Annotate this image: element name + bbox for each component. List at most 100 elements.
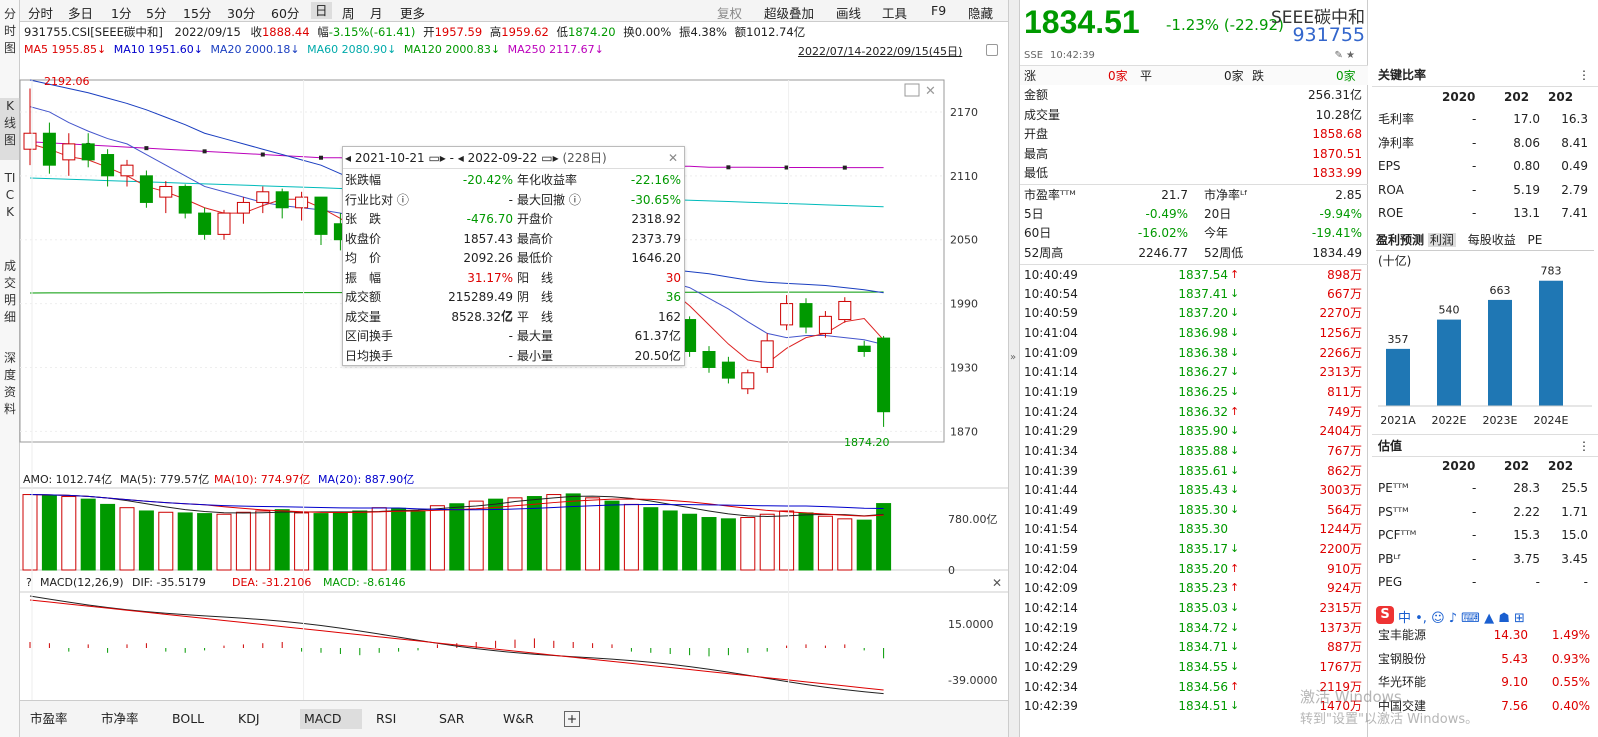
tab-15min[interactable]: 15分 [183, 3, 211, 22]
macd-axis-label: 15.0000 [948, 618, 994, 631]
collapse-icon[interactable]: » [1010, 352, 1016, 363]
tab-more[interactable]: 更多 [400, 3, 425, 22]
tick-price: 1835.61 [1178, 463, 1228, 478]
turnover-label: 换 [623, 25, 635, 39]
tab-month[interactable]: 月 [370, 3, 383, 22]
edit-icon[interactable]: ✎ ★ [1334, 50, 1355, 61]
candle-body [838, 300, 852, 321]
tick-price: 1835.17 [1178, 542, 1228, 557]
stat-value: 20.50亿 [634, 348, 681, 363]
adjust-button[interactable]: 复权 [717, 3, 742, 22]
close-popup-icon[interactable]: ✕ [668, 147, 678, 169]
tab-5min[interactable]: 5分 [146, 3, 166, 22]
tools-button[interactable]: 工具 [882, 3, 907, 22]
peer-price: 14.30 [1493, 628, 1528, 642]
tab-pb[interactable]: 市净率 [101, 709, 139, 729]
range-stat-row: 成交额 215289.49亿阴 线 36 [343, 288, 684, 323]
tab-pe[interactable]: 市盈率 [30, 709, 68, 729]
volume-bar [449, 503, 465, 571]
range-prev-icon[interactable]: ◂ [345, 151, 351, 165]
volume-bar [526, 496, 542, 571]
stat-label: 收盘价 [345, 231, 382, 246]
more-icon[interactable]: ⋮ [1578, 64, 1590, 87]
peer-row[interactable]: 宝钢股份 5.43 0.93% [1372, 648, 1598, 671]
macd-axis-label: -39.0000 [948, 674, 997, 687]
tab-rsi[interactable]: RSI [376, 709, 396, 729]
valuation-value: 15.0 [1561, 528, 1588, 543]
forecast-tab-profit[interactable]: 利润 [1427, 233, 1456, 247]
date-range[interactable]: 2022/07/14-2022/09/15(45日) [798, 43, 962, 59]
candle-body [198, 212, 212, 235]
calendar-icon[interactable]: ▭▸ [541, 151, 558, 165]
range-from[interactable]: 2021-10-21 [355, 151, 425, 165]
hide-button[interactable]: 隐藏 [968, 3, 993, 22]
tab-multiday[interactable]: 多日 [68, 3, 93, 22]
tab-1min[interactable]: 1分 [111, 3, 131, 22]
quote-stat-row: 开盘 1858.68 [1020, 124, 1368, 144]
volume-bar [410, 510, 426, 571]
tab-30min[interactable]: 30分 [227, 3, 255, 22]
range-prev2-icon[interactable]: ◂ [458, 151, 464, 165]
forecast-tab-profit-forecast[interactable]: 盈利预测 [1376, 233, 1424, 247]
tick-time: 10:41:04 [1024, 325, 1078, 340]
quote-ratio-row: 52周高 2246.77 52周低 1834.49 [1020, 243, 1368, 263]
forecast-tab-pe[interactable]: PE [1528, 233, 1543, 247]
tab-day[interactable]: 日 [311, 2, 332, 19]
tick-row: 10:40:54 1837.41 ↓ 667万 [1020, 284, 1368, 304]
stat-label: 最大回撤 ⓘ [517, 192, 581, 207]
volume-axis-label: 780.00亿 [948, 513, 998, 526]
ratio-value: 1834.49 [1312, 245, 1362, 260]
valuation-value: 2.22 [1513, 504, 1540, 519]
ma20-legend: MA20 2000.18↓ [210, 43, 300, 56]
valuation-value: - [1472, 528, 1477, 543]
peer-row[interactable]: 宝丰能源 14.30 1.49% [1372, 624, 1598, 647]
ma10-legend: MA10 1951.60↓ [113, 43, 203, 56]
tick-time: 10:41:34 [1024, 443, 1078, 458]
tick-price: 1835.30 [1178, 502, 1228, 517]
tick-time: 10:42:09 [1024, 581, 1078, 596]
candle-body [857, 345, 871, 353]
tab-wr[interactable]: W&R [503, 709, 534, 729]
ratio-value: 2.79 [1561, 182, 1588, 197]
forecast-tab-eps[interactable]: 每股收益 [1468, 233, 1516, 247]
panel-splitter[interactable]: » [1008, 0, 1020, 737]
fundamentals-panel: 关键比率 ⋮ 2020 202 202 毛利率 - 17.0 16.3 净利率 - 8.06… [1372, 0, 1598, 737]
volume-bar [138, 510, 154, 571]
tab-fenshi[interactable]: 分时 [28, 3, 53, 22]
f9-button[interactable]: F9 [931, 3, 946, 18]
tab-week[interactable]: 周 [342, 3, 355, 22]
add-tab-icon[interactable]: + [564, 711, 580, 727]
range-to[interactable]: 2022-09-22 [468, 151, 538, 165]
tick-volume: 767万 [1327, 443, 1362, 458]
lock-icon[interactable] [986, 44, 998, 56]
calendar-icon[interactable]: ▭▸ [428, 151, 445, 165]
key-ratio-row: 毛利率 - 17.0 16.3 [1372, 108, 1598, 131]
tick-time: 10:42:14 [1024, 601, 1078, 616]
peer-row[interactable]: 华光环能 9.10 0.55% [1372, 671, 1598, 694]
tick-time: 10:41:39 [1024, 463, 1078, 478]
key-ratio-row: 净利率 - 8.06 8.41 [1372, 132, 1598, 155]
valuation-value: - [1583, 575, 1588, 590]
tick-volume: 667万 [1327, 286, 1362, 301]
tick-volume: 1373万 [1319, 620, 1362, 635]
peer-name: 宝丰能源 [1378, 628, 1427, 642]
tab-boll[interactable]: BOLL [172, 709, 204, 729]
amplitude-value: 4.38% [690, 25, 727, 39]
tick-arrow-icon: ↑ [1230, 404, 1240, 418]
tab-macd[interactable]: MACD [300, 709, 362, 729]
key-ratio-row: ROA - 5.19 2.79 [1372, 179, 1598, 202]
ime-toolbar[interactable]: S 中 •, ☺ ♪ ⌨ ▲ ☗ ⊞ [1372, 604, 1598, 626]
tick-arrow-icon: ↓ [1230, 306, 1240, 320]
candle-body [683, 319, 697, 353]
tick-arrow-icon: ↓ [1230, 483, 1240, 497]
tick-arrow-icon: ↓ [1230, 345, 1240, 359]
volume-bar [61, 496, 77, 571]
tab-60min[interactable]: 60分 [271, 3, 299, 22]
sogou-icon[interactable]: S [1376, 606, 1394, 624]
tab-kdj[interactable]: KDJ [238, 709, 260, 729]
tab-sar[interactable]: SAR [439, 709, 464, 729]
draw-button[interactable]: 画线 [836, 3, 861, 22]
tick-price: 1836.25 [1178, 384, 1228, 399]
overlay-button[interactable]: 超级叠加 [764, 3, 814, 22]
tick-price: 1837.54 [1178, 268, 1228, 282]
